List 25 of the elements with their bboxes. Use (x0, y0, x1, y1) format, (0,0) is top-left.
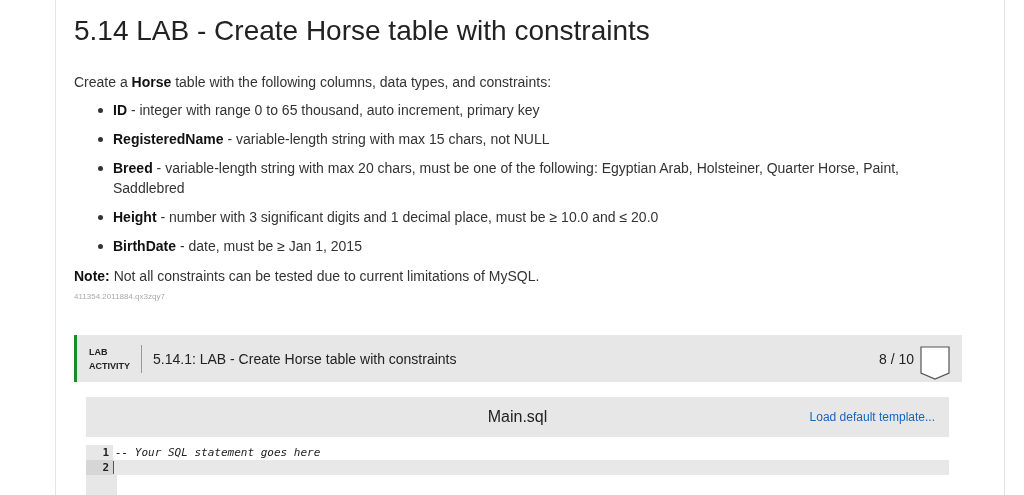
intro-text: Create a Horse table with the following columns, data types, and constraints: (74, 74, 553, 90)
page-title: 5.14 LAB - Create Horse table with constraints (74, 14, 651, 47)
note-text: Note: Not all constraints can be tested due to current limitations of MySQL. (74, 268, 541, 284)
text-cursor (113, 461, 114, 474)
line-number: 1 (86, 445, 113, 460)
lab-label: LAB (89, 345, 109, 359)
lab-title: 5.14.1: LAB - Create Horse table with constraints (153, 350, 458, 367)
bullet-icon (98, 108, 103, 113)
column-description: Height - number with 3 significant digits and 1 decimal place, must be ≥ 10.0 and ≤ 20.0 (113, 208, 659, 227)
column-description: BirthDate - date, must be ≥ Jan 1, 2015 (113, 237, 362, 256)
code-text: -- Your SQL statement goes here (114, 445, 321, 460)
bullet-icon (98, 137, 103, 142)
activity-code: 411354.2011884.qx3zqy7 (74, 292, 166, 301)
badge-icon (920, 345, 950, 380)
bullet-icon (98, 166, 103, 171)
bullet-icon (98, 244, 103, 249)
template-link[interactable]: Load default template... (809, 410, 935, 424)
file-name: Main.sql (487, 408, 548, 426)
bullet-icon (98, 215, 103, 220)
column-description: ID - integer with range 0 to 65 thousand, auto increment, primary key (113, 101, 540, 120)
column-description: Breed - variable-length string with max 20 chars, must be one of the following: Egyptian Arab, Holsteiner, Quarter Horse, Paint, Saddlebred (113, 159, 900, 198)
lab-label: ACTIVITY (89, 359, 130, 373)
score-text: 8 / 10 (878, 350, 914, 367)
column-description: RegisteredName - variable-length string with max 15 chars, not NULL (113, 130, 550, 149)
line-number: 2 (86, 460, 113, 475)
